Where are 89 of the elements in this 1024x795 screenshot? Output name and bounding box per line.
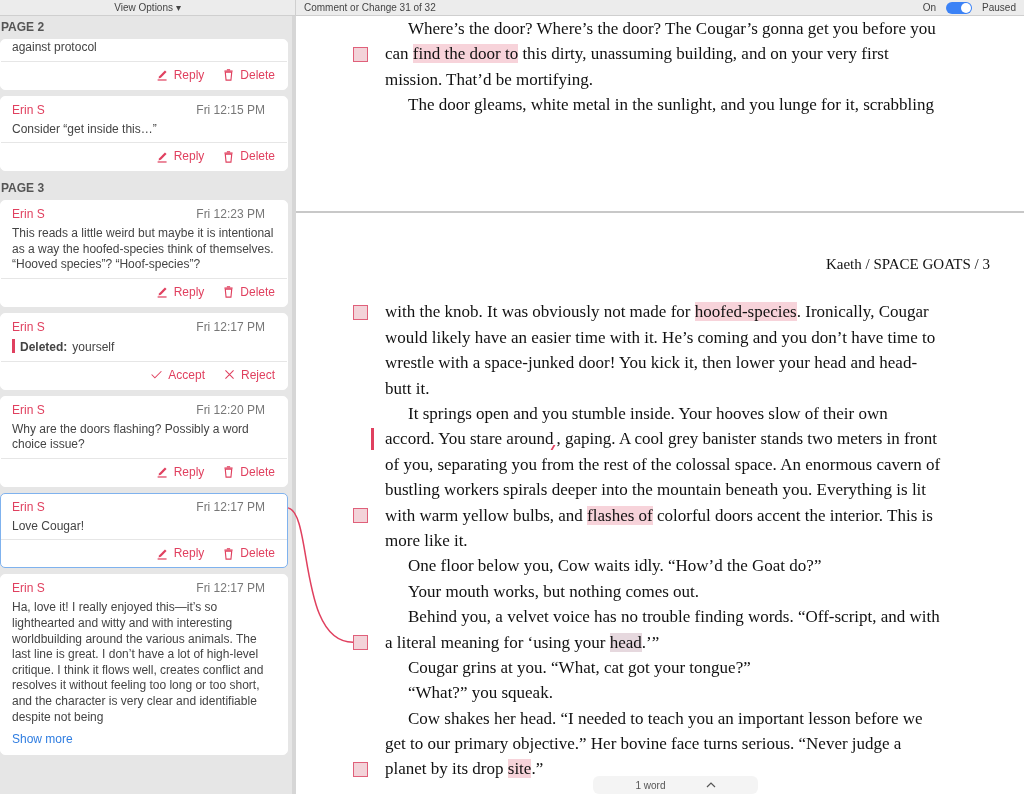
text-line: of you, separating you from the rest of the colossal space. An enormous cavern of bbox=[385, 453, 941, 476]
delete-button[interactable]: Delete bbox=[222, 147, 275, 166]
comment-card[interactable] bbox=[0, 574, 288, 756]
view-options-menu[interactable]: View Options ▾ bbox=[114, 0, 181, 15]
pencil-icon bbox=[155, 285, 169, 299]
reply-button[interactable]: Reply bbox=[155, 147, 205, 166]
deleted-text: yourself bbox=[72, 339, 115, 354]
page-heading: PAGE 2 bbox=[0, 19, 46, 36]
reply-button[interactable]: Reply bbox=[155, 282, 205, 301]
reply-button[interactable]: Reply bbox=[155, 65, 205, 84]
text-line: One floor below you, Cow waits idly. “How’d the Goat do?” bbox=[407, 555, 822, 578]
text-line: would likely have an easier time with it. He’s coming and you don’t have time to bbox=[385, 326, 936, 349]
text-line: get to our primary objective.” Her bovine face turns serious. “Never judge a bbox=[385, 733, 902, 756]
comment-marker[interactable] bbox=[353, 304, 368, 320]
delete-button[interactable]: Delete bbox=[222, 65, 275, 84]
text-line: a literal meaning for ‘using your head.’” bbox=[385, 631, 660, 654]
accept-button[interactable]: Accept bbox=[150, 365, 205, 384]
comment-time: Fri 12:15 PM bbox=[196, 101, 265, 119]
comment-text: Love Cougar! bbox=[12, 518, 85, 533]
text-line: mission. That’d be mortifying. bbox=[385, 68, 593, 91]
author-name: Erin S bbox=[12, 498, 45, 516]
trash-icon bbox=[222, 68, 236, 82]
comment-text: Why are the doors flashing? Possibly a word choice issue? bbox=[12, 421, 249, 452]
text-line: Cow shakes her head. “I needed to teach you an important lesson before we bbox=[407, 707, 923, 730]
comment-card[interactable]: Erin S Fri 12:23 PM This reads a little weird but maybe it is intentional as a way the hoofed-species think of themselves. “Hooved species”? “Hoof-species”? Reply Delete bbox=[0, 200, 288, 307]
comment-marker[interactable] bbox=[353, 634, 368, 650]
comment-time: Fri 12:17 PM bbox=[196, 580, 265, 598]
text-line: Your mouth works, but nothing comes out. bbox=[407, 580, 700, 603]
trash-icon bbox=[222, 285, 236, 299]
caret-icon bbox=[705, 782, 716, 788]
tracking-label: On bbox=[922, 1, 937, 15]
comment-text: against protocol bbox=[12, 40, 97, 54]
delete-button[interactable]: Delete bbox=[222, 282, 275, 301]
comment-text: Ha, love it! I really enjoyed this—it’s so lighthearted and witty and with interesting worldbuilding around the various animals. The last line is great. I don’t have a lot of high-level critique. I think it flows well, creates conflict and resolves it without feeling too long or too short, and the character is very clear and identifiable despite not being bbox=[12, 600, 264, 724]
reject-button[interactable]: Reject bbox=[223, 365, 275, 384]
author-name: Erin S bbox=[12, 101, 45, 119]
text-line: Behind you, a velvet voice has no trouble finding words. “Off-script, and with bbox=[407, 606, 940, 629]
page-heading: PAGE 3 bbox=[0, 180, 46, 198]
delete-button[interactable]: Delete bbox=[222, 544, 275, 563]
comment-card[interactable]: Erin S Fri 12:20 PM Why are the doors flashing? Possibly a word choice issue? Reply Delete bbox=[0, 395, 288, 487]
comment-time: Fri 12:17 PM bbox=[196, 318, 265, 336]
text-line: accord. You stare around , gaping. A cool grey banister stands two meters in front bbox=[385, 428, 938, 452]
text-line: “What?” you squeak. bbox=[407, 682, 553, 705]
comment-marker[interactable] bbox=[353, 507, 368, 523]
text-line: butt it. bbox=[385, 377, 430, 400]
comment-time: Fri 12:23 PM bbox=[196, 206, 265, 224]
delete-button[interactable]: Delete bbox=[222, 462, 275, 481]
word-count: 1 word bbox=[635, 778, 666, 793]
comment-marker[interactable] bbox=[353, 761, 368, 777]
comment-card[interactable]: Erin S Fri 12:17 PM Love Cougar! Reply Delete bbox=[0, 492, 288, 569]
text-line: Cougar grins at you. “What, cat got your tongue?” bbox=[407, 656, 751, 679]
tracking-toggle[interactable] bbox=[946, 1, 973, 14]
change-navigator-label: Comment or Change 31 of 32 bbox=[304, 1, 436, 15]
show-more-link[interactable]: Show more bbox=[1, 730, 287, 755]
trash-icon bbox=[222, 465, 236, 479]
comment-card[interactable]: against protocol Reply Delete bbox=[0, 39, 288, 90]
comment-text: This reads a little weird but maybe it is intentional as a way the hoofed-species think of themselves. “Hooved species”? “Hoof-species”? bbox=[12, 226, 274, 272]
comment-card[interactable]: Erin S Fri 12:17 PM Deleted: yourself Accept Reject bbox=[0, 312, 288, 390]
pencil-icon bbox=[155, 465, 169, 479]
text-line: can find the door to this dirty, unassuming building, and on your very first bbox=[385, 43, 889, 66]
change-bar bbox=[12, 338, 15, 353]
comment-time: Fri 12:20 PM bbox=[196, 401, 265, 419]
text-line: The door gleams, white metal in the sunlight, and you lunge for it, scrabbling bbox=[407, 94, 934, 117]
trash-icon bbox=[222, 546, 236, 560]
status-label: Paused bbox=[982, 1, 1016, 15]
comment-marker[interactable] bbox=[353, 46, 368, 62]
author-name: Erin S bbox=[12, 318, 45, 336]
word-count-popup[interactable]: 1 word bbox=[593, 776, 758, 794]
comment-time: Fri 12:17 PM bbox=[196, 498, 265, 516]
text-line: Where’s the door? Where’s the door? The Cougar’s gonna get you before you bbox=[407, 17, 936, 40]
author-name: Erin S bbox=[12, 401, 45, 419]
pencil-icon bbox=[155, 68, 169, 82]
change-label: Deleted: bbox=[20, 339, 68, 354]
text-line: more like it. bbox=[385, 529, 468, 552]
reply-button[interactable]: Reply bbox=[155, 462, 205, 481]
comment-text: Consider “get inside this…” bbox=[12, 121, 157, 136]
text-line: wrestle with a space-junked door! You kick it, then lower your head and head- bbox=[385, 352, 918, 375]
page-header: Kaeth / SPACE GOATS / 3 bbox=[824, 255, 991, 274]
author-name: Erin S bbox=[12, 580, 45, 598]
text-line: with warm yellow bulbs, and flashes of colorful doors accent the interior. This is bbox=[385, 504, 933, 527]
text-line: planet by its drop site.” bbox=[385, 758, 544, 781]
text-line: with the knob. It was obviously not made for hoofed-species. Ironically, Cougar bbox=[385, 301, 929, 324]
author-name: Erin S bbox=[12, 206, 45, 224]
trash-icon bbox=[222, 149, 236, 163]
comment-card[interactable]: Erin S Fri 12:15 PM Consider “get inside this…” Reply Delete bbox=[0, 95, 288, 172]
cross-icon bbox=[223, 368, 236, 382]
reply-button[interactable]: Reply bbox=[155, 544, 205, 563]
text-line: It springs open and you stumble inside. Your hooves slow of their own bbox=[407, 403, 888, 425]
text-line: bustling workers spirals deeper into the mountain beneath you. Everything is lit bbox=[385, 479, 927, 502]
